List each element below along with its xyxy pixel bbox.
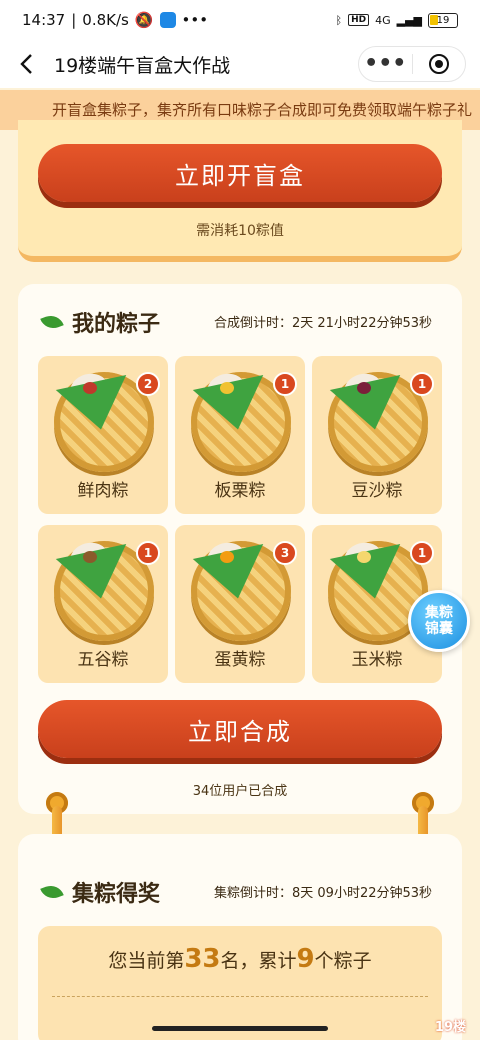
consume-hint: 需消耗10粽值 [196,223,284,239]
rank-number: 33 [184,944,221,974]
zongzi-tile[interactable]: 1 豆沙粽 [312,356,442,514]
count-badge: 1 [410,541,434,565]
more-menu-button[interactable]: ••• [359,49,412,79]
my-zongzi-header: 我的粽子 [40,306,161,338]
count-badge: 1 [136,541,160,565]
total-number: 9 [296,944,315,974]
synthesize-button[interactable]: 立即合成 [38,700,442,758]
dashed-divider [52,996,428,997]
synth-user-count: 34位用户已合成 [192,784,288,799]
bluetooth-icon: ᛒ [335,13,343,27]
signal-bars-icon: ▂▄▆ [396,13,422,27]
target-icon [428,54,449,74]
zongzi-name: 豆沙粽 [351,481,403,501]
status-more-icon: ••• [181,11,209,29]
collect-countdown: 集粽倒计时：8天 09小时22分钟53秒 [214,886,433,901]
open-blind-box-button[interactable]: 立即开盲盒 [38,144,442,202]
zongzi-name: 蛋黄粽 [214,650,266,670]
rank-suffix: 个粽子 [314,950,372,972]
filling-icon [357,382,371,394]
tips-float-button[interactable]: 集粽锦囊 [408,590,470,652]
app-notification-icon [159,12,176,28]
zongzi-tile[interactable]: 3 蛋黄粽 [175,525,305,683]
page-title: 19楼端午盲盒大作战 [54,55,231,77]
filling-icon [357,551,371,563]
status-time: 14:37 [22,11,66,29]
zongzi-name: 鲜肉粽 [77,481,129,501]
home-indicator[interactable] [152,1026,328,1031]
filling-icon [220,551,234,563]
signal-icon: 4G [375,13,391,27]
count-badge: 2 [136,372,160,396]
bell-muted-icon: 🔕 [134,11,154,29]
rank-prefix: 您当前第 [108,950,185,972]
count-badge: 1 [410,372,434,396]
count-badge: 1 [273,372,297,396]
zongzi-name: 板栗粽 [214,481,266,501]
status-bar: 14:37 | 0.8K/s 🔕 ••• ᛒ HD 4G ▂▄▆ 19 [0,0,480,40]
count-badge: 3 [273,541,297,565]
rank-summary: 您当前第33名，累计9个粽子 [0,944,480,974]
battery-level: 19 [436,14,450,26]
zongzi-tile[interactable]: 1 五谷粽 [38,525,168,683]
zongzi-tile[interactable]: 1 板栗粽 [175,356,305,514]
mini-program-capsule: ••• [358,46,466,82]
filling-icon [83,382,97,394]
zongzi-name: 玉米粽 [351,650,403,670]
filling-icon [83,551,97,563]
my-zongzi-title: 我的粽子 [72,312,161,337]
watermark-logo: 19楼 [434,1020,466,1035]
collect-award-title: 集粽得奖 [72,882,161,907]
leaf-icon [40,882,64,902]
close-mini-program-button[interactable] [412,54,465,74]
rank-mid: 名，累计 [220,950,297,972]
hd-icon: HD [348,14,370,26]
filling-icon [220,382,234,394]
leaf-icon [40,312,64,332]
network-speed: 0.8K/s [82,11,129,29]
zongzi-name: 五谷粽 [77,650,129,670]
collect-award-header: 集粽得奖 [40,876,161,908]
status-separator: | [71,11,77,29]
nav-bar: 19楼端午盲盒大作战 ••• [0,40,480,88]
synth-countdown: 合成倒计时：2天 21小时22分钟53秒 [214,316,433,331]
zongzi-tile[interactable]: 2 鲜肉粽 [38,356,168,514]
back-arrow-icon[interactable] [16,52,40,76]
battery-icon: 19 [428,12,458,28]
